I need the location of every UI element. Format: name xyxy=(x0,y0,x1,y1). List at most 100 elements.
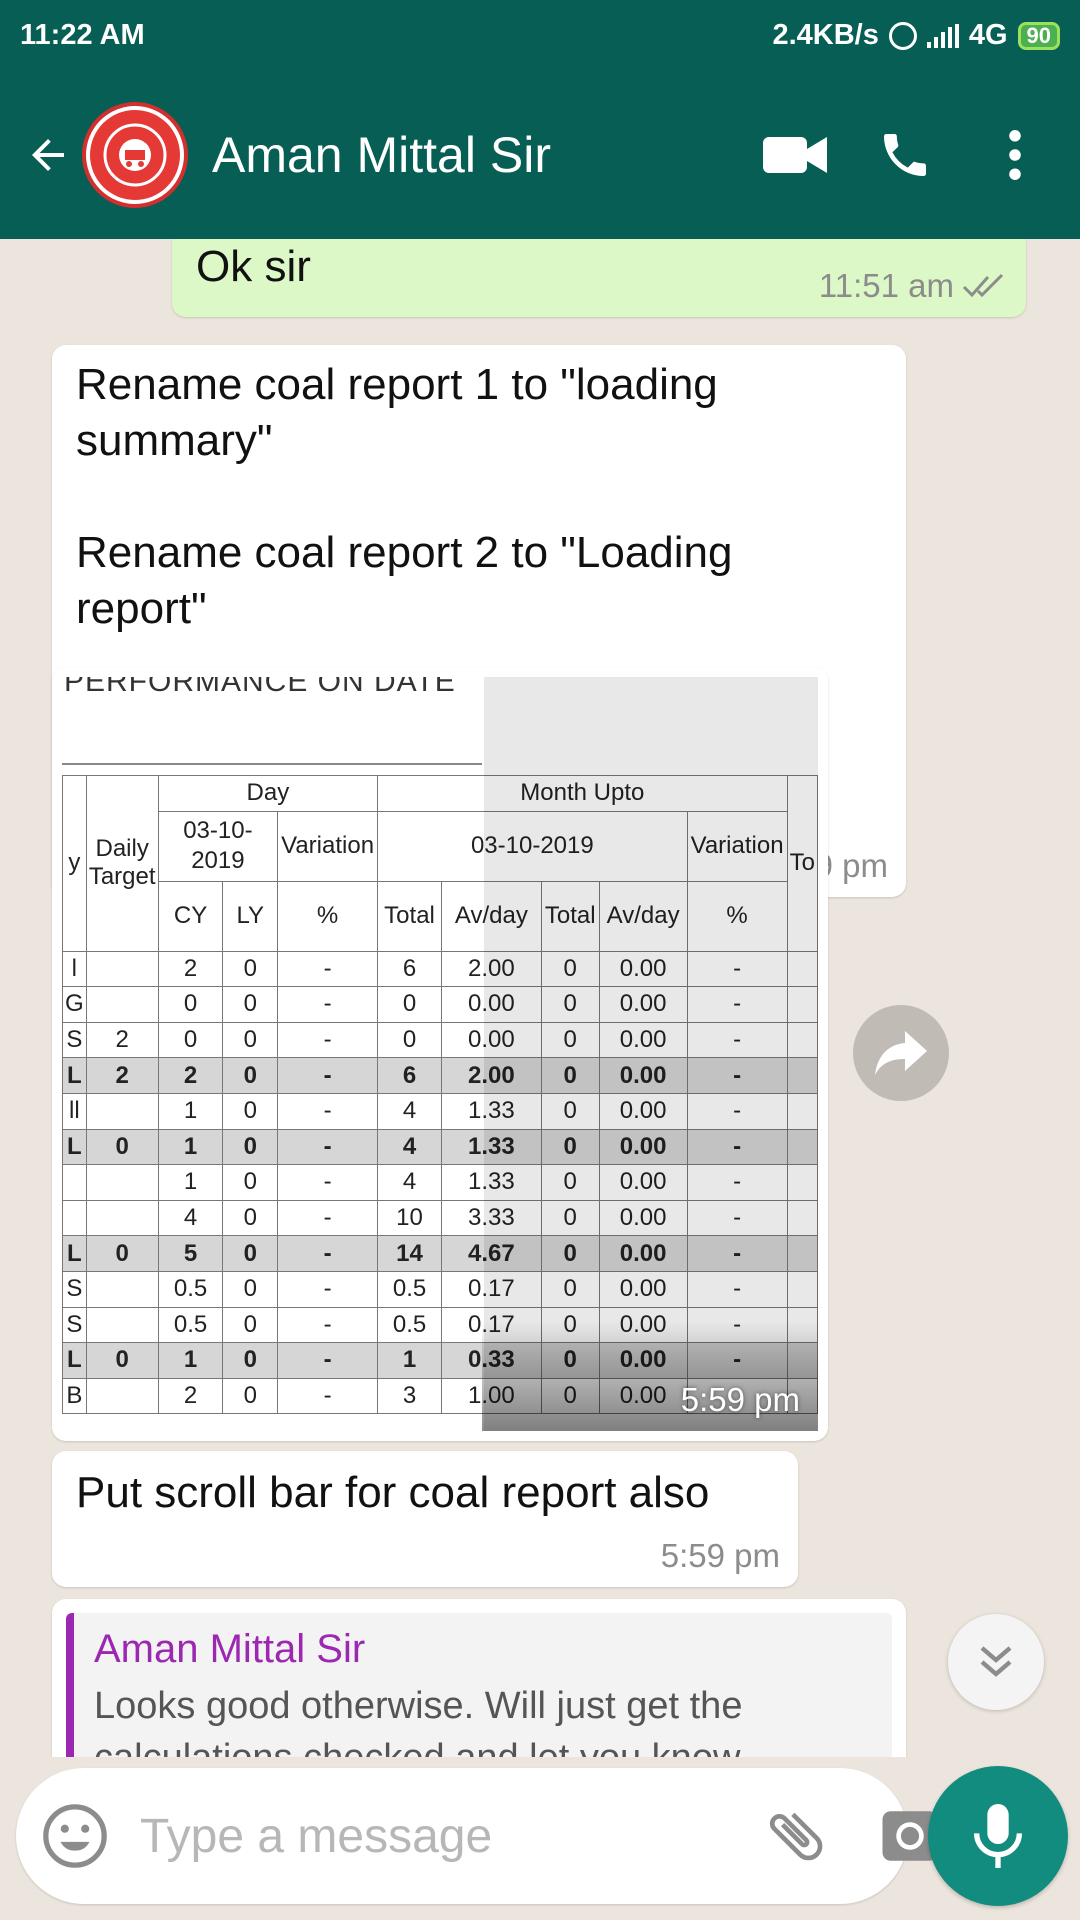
chat-area[interactable]: Ok sir 11:51 am Rename coal report 1 to … xyxy=(0,239,1080,1757)
table-cell: 0 xyxy=(85,1342,159,1379)
table-cell: 0 xyxy=(222,1021,279,1059)
emoji-icon[interactable] xyxy=(40,1801,110,1871)
table-cell: 2 xyxy=(157,1377,224,1415)
status-right: 2.4KB/s 4G 90 xyxy=(772,19,1060,52)
scroll-to-bottom-button[interactable] xyxy=(948,1614,1044,1710)
table-cell: - xyxy=(277,1057,379,1094)
table-header: 03-10-2019 xyxy=(157,810,279,882)
table-header: % xyxy=(277,880,379,952)
table-header: Total xyxy=(377,880,442,952)
back-arrow-icon[interactable] xyxy=(20,127,76,183)
table-cell xyxy=(85,1270,159,1308)
table-header: Variation xyxy=(277,810,379,882)
table-cell xyxy=(85,1092,159,1130)
table-cell: 0 xyxy=(222,950,279,988)
table-cell: 6 xyxy=(377,950,442,988)
message-time: 11:51 am xyxy=(818,267,954,304)
table-cell: 0 xyxy=(157,986,224,1023)
table-cell xyxy=(62,1199,87,1237)
table-cell: 0.5 xyxy=(377,1306,442,1344)
table-cell: 1 xyxy=(157,1342,224,1379)
image-shade xyxy=(484,677,818,1431)
alarm-icon xyxy=(888,21,917,50)
voice-record-button[interactable] xyxy=(928,1766,1068,1906)
table-cell: G xyxy=(62,986,87,1023)
video-call-icon[interactable] xyxy=(750,110,840,200)
table-cell: - xyxy=(277,1377,379,1415)
table-cell: 3 xyxy=(377,1377,442,1415)
status-bar: 11:22 AM 2.4KB/s 4G 90 xyxy=(0,0,1080,71)
table-cell: 1 xyxy=(157,1164,224,1201)
table-cell: - xyxy=(277,1092,379,1130)
image-time: 5:59 pm xyxy=(680,1381,800,1418)
table-cell: - xyxy=(277,1164,379,1201)
table-cell: 2 xyxy=(157,950,224,988)
message-text: Ok sir xyxy=(196,242,311,291)
table-cell: 0 xyxy=(377,986,442,1023)
more-options-icon[interactable] xyxy=(970,110,1060,200)
forward-button[interactable] xyxy=(853,1005,949,1101)
table-cell: 0.5 xyxy=(377,1270,442,1308)
image-heading: PERFORMANCE ON DATE xyxy=(62,677,482,765)
table-header: Daily Target xyxy=(85,775,159,952)
table-cell xyxy=(85,1306,159,1344)
table-cell xyxy=(85,1377,159,1415)
table-cell xyxy=(85,950,159,988)
message-incoming[interactable]: Put scroll bar for coal report also 5:59… xyxy=(52,1451,798,1587)
table-header: y xyxy=(62,775,87,952)
table-cell: 4 xyxy=(377,1164,442,1201)
table-cell: 0 xyxy=(157,1021,224,1059)
quoted-message[interactable]: Aman Mittal Sir Looks good otherwise. Wi… xyxy=(66,1613,892,1757)
table-cell: 2 xyxy=(85,1021,159,1059)
table-header: CY xyxy=(157,880,224,952)
table-cell: 0 xyxy=(222,1057,279,1094)
table-cell: 0 xyxy=(222,1270,279,1308)
avatar[interactable] xyxy=(82,102,188,208)
contact-name[interactable]: Aman Mittal Sir xyxy=(212,126,730,184)
voice-call-icon[interactable] xyxy=(860,110,950,200)
table-cell: 1 xyxy=(157,1128,224,1166)
status-time: 11:22 AM xyxy=(20,19,145,51)
table-cell: L xyxy=(62,1235,87,1272)
table-cell: 1 xyxy=(377,1342,442,1379)
message-text: Put scroll bar for coal report also xyxy=(76,1468,710,1517)
table-cell: - xyxy=(277,1342,379,1379)
table-cell: - xyxy=(277,1306,379,1344)
microphone-icon xyxy=(974,1804,1022,1868)
image-message[interactable]: PERFORMANCE ON DATE y Daily Target Day M… xyxy=(52,667,828,1441)
table-cell: L xyxy=(62,1057,87,1094)
table-cell: L xyxy=(62,1342,87,1379)
table-cell: - xyxy=(277,1128,379,1166)
double-chevron-down-icon xyxy=(980,1646,1012,1677)
table-cell: - xyxy=(277,1199,379,1237)
table-cell: - xyxy=(277,1021,379,1059)
table-cell: 0 xyxy=(85,1128,159,1166)
battery-icon: 90 xyxy=(1017,21,1060,50)
message-input[interactable] xyxy=(140,1808,761,1864)
table-cell: 0 xyxy=(222,1164,279,1201)
table-cell: l xyxy=(62,950,87,988)
table-cell: - xyxy=(277,986,379,1023)
message-text: Rename coal report 1 to "loading summary… xyxy=(76,360,733,633)
attach-icon[interactable] xyxy=(761,1801,831,1871)
table-cell: 14 xyxy=(377,1235,442,1272)
table-cell xyxy=(85,1164,159,1201)
table-cell: 0 xyxy=(222,1342,279,1379)
message-outgoing[interactable]: Ok sir 11:51 am xyxy=(172,239,1026,317)
table-cell: S xyxy=(62,1021,87,1059)
quoted-message-bubble[interactable]: Aman Mittal Sir Looks good otherwise. Wi… xyxy=(52,1599,906,1757)
table-header: Day xyxy=(157,775,379,812)
table-cell: 2 xyxy=(157,1057,224,1094)
report-screenshot-image[interactable]: PERFORMANCE ON DATE y Daily Target Day M… xyxy=(62,677,818,1431)
quoted-author: Aman Mittal Sir xyxy=(94,1627,366,1671)
table-cell xyxy=(85,1199,159,1237)
chat-header: Aman Mittal Sir xyxy=(0,71,1080,239)
table-cell: 0 xyxy=(222,1199,279,1237)
table-cell: L xyxy=(62,1128,87,1166)
message-composer xyxy=(16,1768,938,1904)
table-cell: 4 xyxy=(377,1128,442,1166)
table-cell: 0 xyxy=(222,986,279,1023)
table-cell: - xyxy=(277,1270,379,1308)
forward-icon xyxy=(875,1031,927,1075)
table-cell: 0 xyxy=(377,1021,442,1059)
